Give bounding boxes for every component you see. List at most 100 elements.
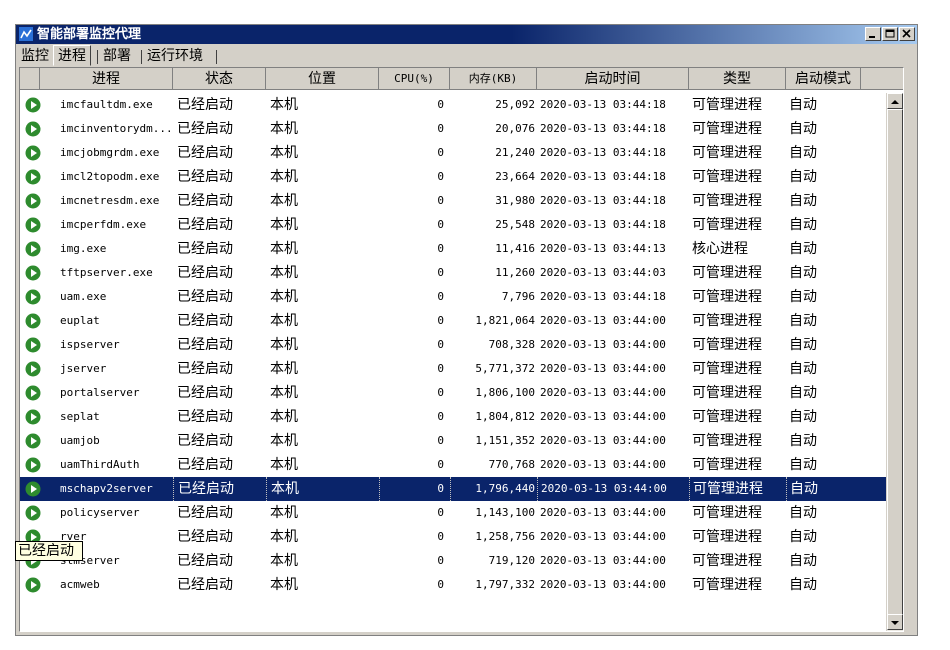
start-time-cell: 2020-03-13 03:44:00 [540,314,666,327]
status-cell: 已经启动 [177,313,233,329]
process-name: uam.exe [60,290,107,303]
status-cell: 已经启动 [177,457,233,473]
memory-cell: 1,797,332 [475,578,535,591]
vertical-scrollbar[interactable] [886,93,903,631]
table-row[interactable]: jserver 已经启动 本机 0 5,771,372 2020-03-13 03:44:… [20,357,903,381]
start-time-cell: 2020-03-13 03:44:00 [540,338,666,351]
cpu-cell: 0 [437,458,444,471]
status-cell: 已经启动 [177,577,233,593]
status-cell: 已经启动 [177,385,233,401]
column-header-start-time[interactable]: 启动时间 [537,68,689,90]
type-cell: 可管理进程 [692,361,762,377]
type-cell: 可管理进程 [692,145,762,161]
scroll-thumb[interactable] [887,109,903,615]
status-cell: 已经启动 [177,169,233,185]
memory-cell: 1,806,100 [475,386,535,399]
table-row[interactable]: portalserver 已经启动 本机 0 1,806,100 2020-03-13 0… [20,381,903,405]
type-cell: 可管理进程 [692,265,762,281]
start-mode-cell: 自动 [789,577,817,593]
start-time-cell: 2020-03-13 03:44:18 [540,218,666,231]
start-time-cell: 2020-03-13 03:44:03 [540,266,666,279]
type-cell: 可管理进程 [692,553,762,569]
table-row[interactable]: euplat 已经启动 本机 0 1,821,064 2020-03-13 03:44:0… [20,309,903,333]
status-cell: 已经启动 [177,145,233,161]
table-row[interactable]: uamjob 已经启动 本机 0 1,151,352 2020-03-13 03:44:0… [20,429,903,453]
table-row[interactable]: rver 已经启动 本机 0 1,258,756 2020-03-13 03:44:00 可… [20,525,903,549]
table-row[interactable]: imcfaultdm.exe 已经启动 本机 0 25,092 2020-03-13 03… [20,93,903,117]
cpu-cell: 0 [437,290,444,303]
start-time-cell: 2020-03-13 03:44:00 [540,530,666,543]
column-header-memory[interactable]: 内存(KB) [450,68,537,90]
title-bar[interactable]: 智能部署监控代理 [16,25,917,44]
start-time-cell: 2020-03-13 03:44:00 [537,477,689,501]
table-header: 进程 状态 位置 CPU(%) 内存(KB) 启动时间 类型 启动模式 [20,68,903,92]
process-name: acmweb [60,578,100,591]
table-row[interactable]: policyserver 已经启动 本机 0 1,143,100 2020-03-13 0… [20,501,903,525]
cpu-cell: 0 [437,122,444,135]
table-row[interactable]: imcperfdm.exe 已经启动 本机 0 25,548 2020-03-13 03:… [20,213,903,237]
table-row[interactable]: imcjobmgrdm.exe 已经启动 本机 0 21,240 2020-03-13 0… [20,141,903,165]
start-time-cell: 2020-03-13 03:44:00 [540,506,666,519]
memory-cell: 1,258,756 [475,530,535,543]
close-button[interactable] [899,27,915,41]
type-cell: 可管理进程 [692,289,762,305]
column-header-filler [861,68,903,90]
status-cell: 已经启动 [177,193,233,209]
tab-runtime-env[interactable]: 运行环境 [144,48,206,66]
table-row[interactable]: acmweb 已经启动 本机 0 1,797,332 2020-03-13 03:44:0… [20,573,903,597]
cpu-cell: 0 [437,410,444,423]
table-row[interactable]: imcinventorydm... 已经启动 本机 0 20,076 2020-03-13… [20,117,903,141]
start-mode-cell: 自动 [789,289,817,305]
type-cell: 可管理进程 [692,433,762,449]
location-cell: 本机 [270,409,298,425]
memory-cell: 1,821,064 [475,314,535,327]
tab-separator [97,50,98,64]
table-row[interactable]: stmserver 已经启动 本机 0 719,120 2020-03-13 03:44:… [20,549,903,573]
process-name: euplat [60,314,100,327]
location-cell: 本机 [270,385,298,401]
column-header-icon[interactable] [20,68,40,90]
table-row[interactable]: uamThirdAuth 已经启动 本机 0 770,768 2020-03-13 03:… [20,453,903,477]
scroll-down-button[interactable] [887,614,903,630]
status-tooltip: 已经启动 [15,541,83,561]
memory-cell: 1,796,440 [450,477,537,501]
cpu-cell: 0 [437,170,444,183]
scroll-up-button[interactable] [887,93,903,109]
table-row[interactable]: seplat 已经启动 本机 0 1,804,812 2020-03-13 03:44:0… [20,405,903,429]
tab-deploy[interactable]: 部署 [100,48,134,66]
column-header-start-mode[interactable]: 启动模式 [786,68,861,90]
process-name: imcnetresdm.exe [60,194,160,207]
cpu-cell: 0 [437,362,444,375]
column-header-location[interactable]: 位置 [266,68,379,90]
location-cell: 本机 [266,477,379,501]
type-cell: 可管理进程 [692,193,762,209]
column-header-status[interactable]: 状态 [173,68,266,90]
process-name: seplat [60,410,100,423]
table-row[interactable]: ispserver 已经启动 本机 0 708,328 2020-03-13 03:44:… [20,333,903,357]
column-header-process[interactable]: 进程 [40,68,173,90]
start-time-cell: 2020-03-13 03:44:13 [540,242,666,255]
type-cell: 可管理进程 [689,477,786,501]
process-name: imcperfdm.exe [60,218,147,231]
table-row[interactable]: uam.exe 已经启动 本机 0 7,796 2020-03-13 03:44:18 可管… [20,285,903,309]
column-header-type[interactable]: 类型 [689,68,786,90]
tab-monitor[interactable]: 监控 [18,48,52,66]
maximize-button[interactable] [882,27,898,41]
tab-process[interactable]: 进程 [53,45,91,66]
table-row[interactable]: imcnetresdm.exe 已经启动 本机 0 31,980 2020-03-13 0… [20,189,903,213]
maximize-icon [885,29,895,38]
location-cell: 本机 [270,361,298,377]
table-row[interactable]: img.exe 已经启动 本机 0 11,416 2020-03-13 03:44:13 核… [20,237,903,261]
table-row[interactable]: tftpserver.exe 已经启动 本机 0 11,260 2020-03-13 03… [20,261,903,285]
start-mode-cell: 自动 [789,529,817,545]
column-header-cpu[interactable]: CPU(%) [379,68,450,90]
cpu-cell: 0 [437,578,444,591]
minimize-button[interactable] [865,27,881,41]
location-cell: 本机 [270,553,298,569]
table-row[interactable]: imcl2topodm.exe 已经启动 本机 0 23,664 2020-03-13 0… [20,165,903,189]
start-time-cell: 2020-03-13 03:44:00 [540,578,666,591]
status-cell: 已经启动 [177,121,233,137]
type-cell: 可管理进程 [692,385,762,401]
table-row[interactable]: mschapv2server 已经启动 本机 0 1,796,440 2020-03-13… [20,477,903,501]
memory-cell: 31,980 [495,194,535,207]
